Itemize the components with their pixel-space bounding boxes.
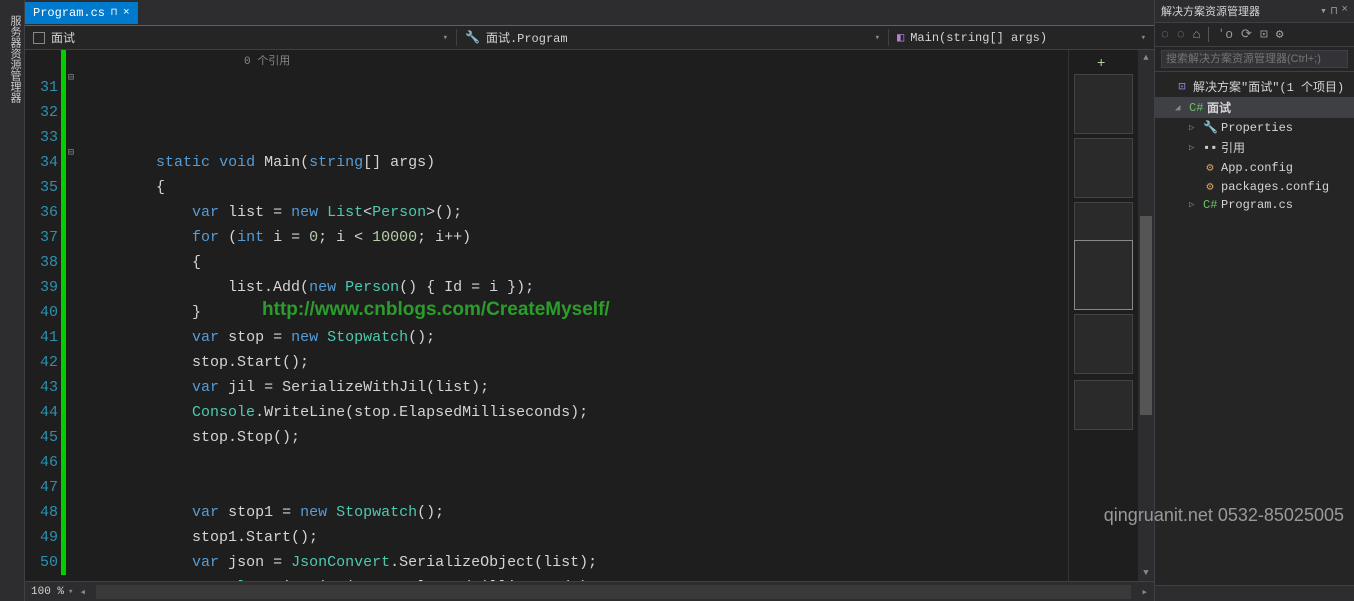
- nav-method-dropdown[interactable]: ◧ Main(string[] args) ▾: [889, 30, 1154, 45]
- csharp-file-icon: C#: [1203, 198, 1217, 212]
- file-tab-program[interactable]: Program.cs ⊓ ×: [25, 2, 138, 24]
- class-icon: 🔧: [465, 30, 480, 45]
- csharp-project-icon: C#: [1189, 101, 1203, 115]
- home-icon[interactable]: ⌂: [1193, 27, 1201, 42]
- change-indicator: [61, 50, 66, 575]
- programcs-node[interactable]: ▷ C# Program.cs: [1155, 196, 1354, 214]
- solution-explorer-panel: 解决方案资源管理器 ▾ ⊓ × ◌ ◌ ⌂ ʻo ⟳ ⊡ ⚙ ⊡ 解决方案"面试…: [1154, 0, 1354, 601]
- chevron-down-icon: ▾: [443, 33, 448, 43]
- method-icon: ◧: [897, 30, 904, 45]
- expand-icon[interactable]: ▷: [1189, 123, 1199, 133]
- close-icon[interactable]: ×: [1341, 4, 1348, 18]
- expand-icon[interactable]: ▷: [1189, 200, 1199, 210]
- search-input[interactable]: [1161, 50, 1348, 68]
- navigation-bar: 面试 ▾ 🔧 面试.Program ▾ ◧ Main(string[] args…: [25, 26, 1154, 50]
- solution-node[interactable]: ⊡ 解决方案"面试"(1 个项目): [1155, 76, 1354, 97]
- explorer-hscroll[interactable]: [1155, 585, 1354, 601]
- packagesconfig-node[interactable]: ⚙ packages.config: [1155, 177, 1354, 196]
- scroll-right-icon[interactable]: ▸: [1141, 585, 1148, 599]
- fold-icon[interactable]: ⊟: [68, 72, 74, 84]
- refresh-icon[interactable]: ʻo: [1217, 27, 1233, 42]
- collapse-icon[interactable]: ⊡: [1260, 27, 1268, 42]
- left-tool-tabs: 服务器资源管理器 工具箱: [0, 0, 25, 601]
- code-minimap[interactable]: +: [1068, 50, 1138, 581]
- scroll-up-icon[interactable]: ▲: [1138, 50, 1154, 66]
- appconfig-node[interactable]: ⚙ App.config: [1155, 158, 1354, 177]
- properties-icon[interactable]: ⚙: [1276, 27, 1284, 42]
- tab-label: Program.cs: [33, 6, 105, 20]
- explorer-search: [1155, 47, 1354, 72]
- expand-icon[interactable]: ▷: [1189, 143, 1199, 153]
- sync-icon[interactable]: ⟳: [1241, 27, 1252, 42]
- scroll-down-icon[interactable]: ▼: [1138, 565, 1154, 581]
- line-gutter: 3132333435363738394041424344454647484950…: [25, 50, 66, 581]
- nav-project-dropdown[interactable]: 面试 ▾: [25, 29, 457, 46]
- server-explorer-tab[interactable]: 服务器资源管理器: [4, 10, 24, 601]
- references-node[interactable]: ▷ ▪▪ 引用: [1155, 137, 1354, 158]
- margin-marks: ⊟ ⊟: [66, 50, 84, 581]
- panel-title-bar: 解决方案资源管理器 ▾ ⊓ ×: [1155, 0, 1354, 23]
- explorer-toolbar: ◌ ◌ ⌂ ʻo ⟳ ⊡ ⚙: [1155, 23, 1354, 47]
- solution-tree: ⊡ 解决方案"面试"(1 个项目) ◢ C# 面试 ▷ 🔧 Properties…: [1155, 72, 1354, 585]
- fold-icon[interactable]: ⊟: [68, 147, 74, 159]
- editor-tab-bar: Program.cs ⊓ ×: [25, 0, 1154, 26]
- properties-node[interactable]: ▷ 🔧 Properties: [1155, 118, 1354, 137]
- zoom-level[interactable]: 100 % ▾: [31, 586, 73, 598]
- panel-title: 解决方案资源管理器: [1161, 3, 1320, 19]
- references-icon: ▪▪: [1203, 141, 1217, 155]
- close-icon[interactable]: ×: [123, 7, 130, 19]
- project-node[interactable]: ◢ C# 面试: [1155, 97, 1354, 118]
- wrench-icon: 🔧: [1203, 120, 1217, 135]
- dropdown-icon[interactable]: ▾: [1320, 4, 1327, 18]
- config-icon: ⚙: [1203, 160, 1217, 175]
- scroll-left-icon[interactable]: ◂: [79, 585, 86, 599]
- add-split-icon[interactable]: +: [1097, 56, 1105, 72]
- config-icon: ⚙: [1203, 179, 1217, 194]
- scroll-thumb[interactable]: [1140, 216, 1152, 416]
- solution-icon: ⊡: [1175, 79, 1189, 94]
- chevron-down-icon: ▾: [875, 33, 880, 43]
- chevron-down-icon: ▾: [1141, 33, 1146, 43]
- nav-class-dropdown[interactable]: 🔧 面试.Program ▾: [457, 29, 889, 46]
- expand-icon[interactable]: ◢: [1175, 103, 1185, 113]
- forward-icon[interactable]: ◌: [1177, 27, 1185, 42]
- chevron-down-icon: ▾: [68, 587, 73, 597]
- editor-status-bar: 100 % ▾ ◂ ▸: [25, 581, 1154, 601]
- horizontal-scrollbar[interactable]: [96, 585, 1131, 599]
- pin-icon[interactable]: ⊓: [1331, 4, 1338, 18]
- code-editor[interactable]: 3132333435363738394041424344454647484950…: [25, 50, 1068, 581]
- pin-icon[interactable]: ⊓: [111, 7, 117, 19]
- vertical-scrollbar[interactable]: ▲ ▼: [1138, 50, 1154, 581]
- back-icon[interactable]: ◌: [1161, 27, 1169, 42]
- project-icon: [33, 32, 45, 44]
- code-area[interactable]: 0 个引用 http://www.cnblogs.com/CreateMysel…: [84, 50, 1068, 581]
